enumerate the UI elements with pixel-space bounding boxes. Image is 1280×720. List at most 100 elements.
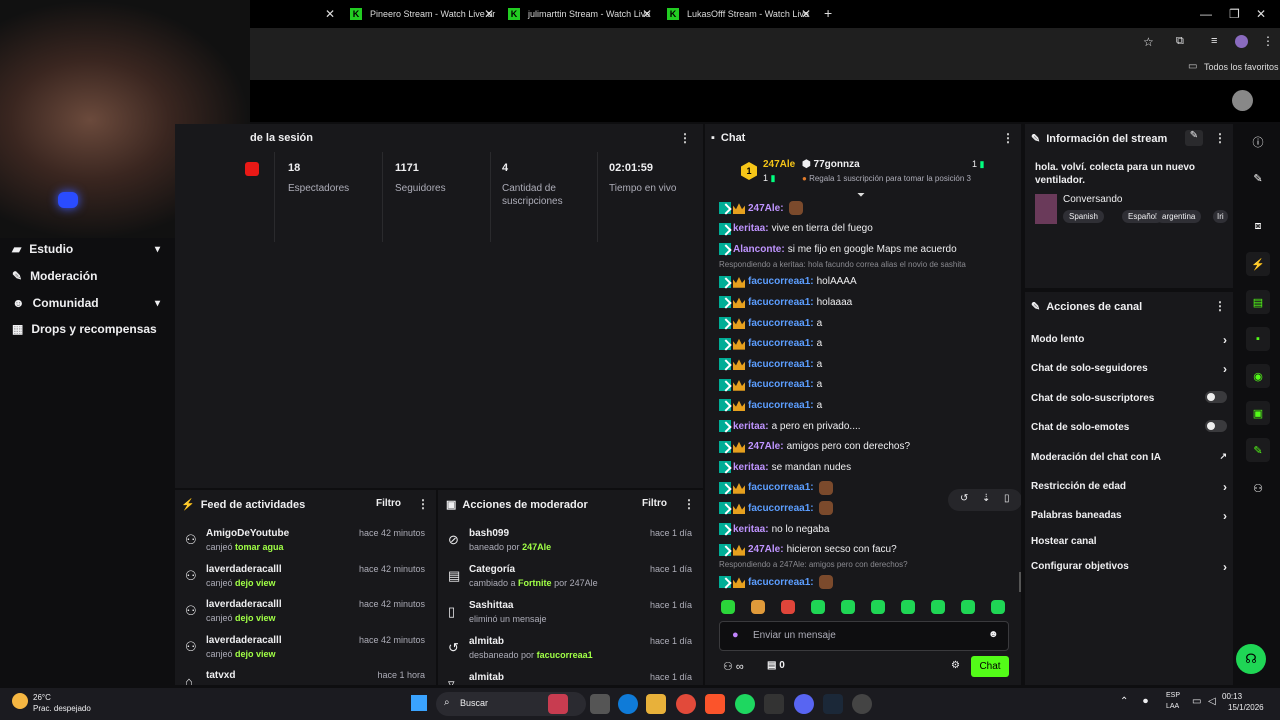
close-tab-icon[interactable]: ✕ [325,7,335,21]
profile-avatar[interactable] [1235,35,1248,48]
channel-action-row[interactable]: Modo lento › [1031,333,1227,347]
channel-action-row[interactable]: Chat de solo-suscriptores [1031,391,1227,404]
channel-action-row[interactable]: Moderación del chat con IA ↗ [1031,451,1227,463]
emote-icon[interactable] [811,600,825,614]
mod-actor[interactable]: 247Ale [522,542,551,552]
tag-chip[interactable]: Spanish [1063,210,1104,223]
mod-action-row[interactable]: ▯ Sashittaa eliminó un mensaje hace 1 día [438,600,692,634]
sidebar-item-drops[interactable]: ▦ Drops y recompensas [12,322,160,336]
feed-row[interactable]: ⚇ laverdaderacalll canjeó dejo view hace 42… [175,564,425,598]
chat-username[interactable]: facucorreaa1: [748,359,814,370]
mod-target[interactable]: almitab [469,672,504,683]
mod-action-row[interactable]: ▿ almitab hace 1 día [438,672,692,685]
chat-message[interactable]: keritaa: a pero en privado.... [719,418,861,434]
file-explorer-icon[interactable] [646,694,666,714]
chat-message[interactable]: facucorreaa1: [719,500,833,516]
chat-message[interactable]: facucorreaa1: [719,574,833,590]
weather-temp[interactable]: 26°C [33,693,51,702]
chat-username[interactable]: 247Ale: [748,203,784,214]
chat-message[interactable]: facucorreaa1: a [719,377,822,393]
chrome-icon[interactable] [676,694,696,714]
users-icon[interactable]: ⚇ [1246,476,1270,500]
mod-target[interactable]: bash099 [469,528,509,539]
mod-target[interactable]: almitab [469,636,504,647]
star-icon[interactable]: ☆ [1143,35,1154,49]
browser-tab-3[interactable]: K LukasOfff Stream - Watch Live [667,4,809,24]
info-icon[interactable]: ⓘ [1246,130,1270,154]
discord-icon[interactable] [794,694,814,714]
channel-action-row[interactable]: Restricción de edad › [1031,480,1227,494]
new-tab-icon[interactable]: + [824,5,832,21]
mod-target[interactable]: Sashittaa [469,600,513,611]
chat-message[interactable]: facucorreaa1: a [719,356,822,372]
delete-icon[interactable]: ▯ [1004,493,1010,504]
chat-username[interactable]: facucorreaa1: [748,503,814,514]
close-tab-icon[interactable]: ✕ [801,7,811,21]
chevron-up-icon[interactable]: ⌃ [1120,696,1128,707]
screen-icon[interactable]: ⧈ [1246,214,1270,238]
close-tab-icon[interactable]: ✕ [642,7,652,21]
tag-chip[interactable]: Iri [1213,210,1228,223]
clock-date[interactable]: 15/1/2026 [1228,703,1264,712]
steam-icon[interactable] [823,694,843,714]
chat-username[interactable]: facucorreaa1: [748,297,814,308]
feed-user[interactable]: AmigoDeYoutube [206,528,289,539]
emote-icon[interactable] [901,600,915,614]
send-chat-button[interactable]: Chat [971,656,1009,677]
task-view-icon[interactable] [590,694,610,714]
chat-message[interactable]: facucorreaa1: a [719,336,822,352]
tag-chip[interactable]: argentina [1156,210,1202,223]
chat-message[interactable]: facucorreaa1: [719,480,833,496]
channel-action-row[interactable]: Chat de solo-seguidores › [1031,362,1227,376]
edit-icon[interactable]: ✎ [1246,166,1270,190]
sidebar-item-estudio[interactable]: ▰ Estudio ▾ [12,242,160,256]
feed-row[interactable]: ⚇ laverdaderacalll canjeó dejo view hace 42… [175,635,425,669]
emote-icon[interactable] [931,600,945,614]
chat-message[interactable]: facucorreaa1: holAAAA [719,274,857,290]
app-icon[interactable] [548,694,568,714]
emote-icon[interactable] [841,600,855,614]
sidebar-item-moderacion[interactable]: ✎ Moderación [12,269,160,283]
microphone-icon[interactable]: ● [732,629,739,641]
emote-icon[interactable] [991,600,1005,614]
brave-icon[interactable] [705,694,725,714]
points-display[interactable]: ▤ 0 [767,660,785,671]
spotify-icon[interactable] [735,694,755,714]
chat-username[interactable]: facucorreaa1: [748,379,814,390]
filter-button[interactable]: Filtro [376,498,401,509]
lang-layout[interactable]: LAA [1166,703,1179,710]
feed-row[interactable]: ⚇ laverdaderacalll canjeó dejo view hace 42… [175,599,425,633]
toggle-switch[interactable] [1205,391,1227,403]
maximize-icon[interactable]: ❐ [1229,7,1240,21]
chat-message[interactable]: Alanconte: si me fijo en google Maps me a… [719,241,957,257]
chat-username[interactable]: facucorreaa1: [748,318,814,329]
more-options-icon[interactable]: ⋮ [1214,299,1226,313]
bolt-icon[interactable]: ⚡ [1246,252,1270,276]
chat-message[interactable]: keritaa: vive en tierra del fuego [719,221,873,237]
chat-username[interactable]: 247Ale: [748,441,784,452]
mod-actor[interactable]: Fortnite [518,578,552,588]
chat-message[interactable]: keritaa: no lo negaba [719,521,829,537]
windows-start-icon[interactable] [411,695,427,711]
edge-icon[interactable] [618,694,638,714]
chat-icon[interactable]: ▪ [1246,327,1270,351]
media-icon[interactable]: ≡ [1211,35,1217,47]
chat-message[interactable]: keritaa: se mandan nudes [719,459,851,475]
gifter-name[interactable]: 77gonnza [814,159,860,170]
edit-pencil-icon[interactable]: ✎ [1185,130,1203,146]
infinity-icon[interactable]: ⚇ ∞ [723,660,744,673]
lang-code[interactable]: ESP [1166,692,1180,699]
channel-action-row[interactable]: Configurar objetivos › [1031,560,1227,574]
chat-message[interactable]: facucorreaa1: holaaaa [719,294,852,310]
chat-username[interactable]: Alanconte: [733,244,785,255]
browser-tab-2[interactable]: Kjulimarttin Stream - Watch Live [508,4,650,24]
emote-icon[interactable] [871,600,885,614]
mod-action-row[interactable]: ⊘ bash099 baneado por 247Ale hace 1 día [438,528,692,562]
more-options-icon[interactable]: ⋮ [417,497,429,511]
support-button[interactable]: ☊ [1236,644,1266,674]
chat-username[interactable]: facucorreaa1: [748,577,814,588]
more-options-icon[interactable]: ⋮ [1214,131,1226,145]
minimize-icon[interactable]: — [1200,7,1212,21]
reply-icon[interactable]: ↺ [960,493,968,504]
mod-action-row[interactable]: ↺ almitab desbaneado por facucorreaa1 hace… [438,636,692,670]
